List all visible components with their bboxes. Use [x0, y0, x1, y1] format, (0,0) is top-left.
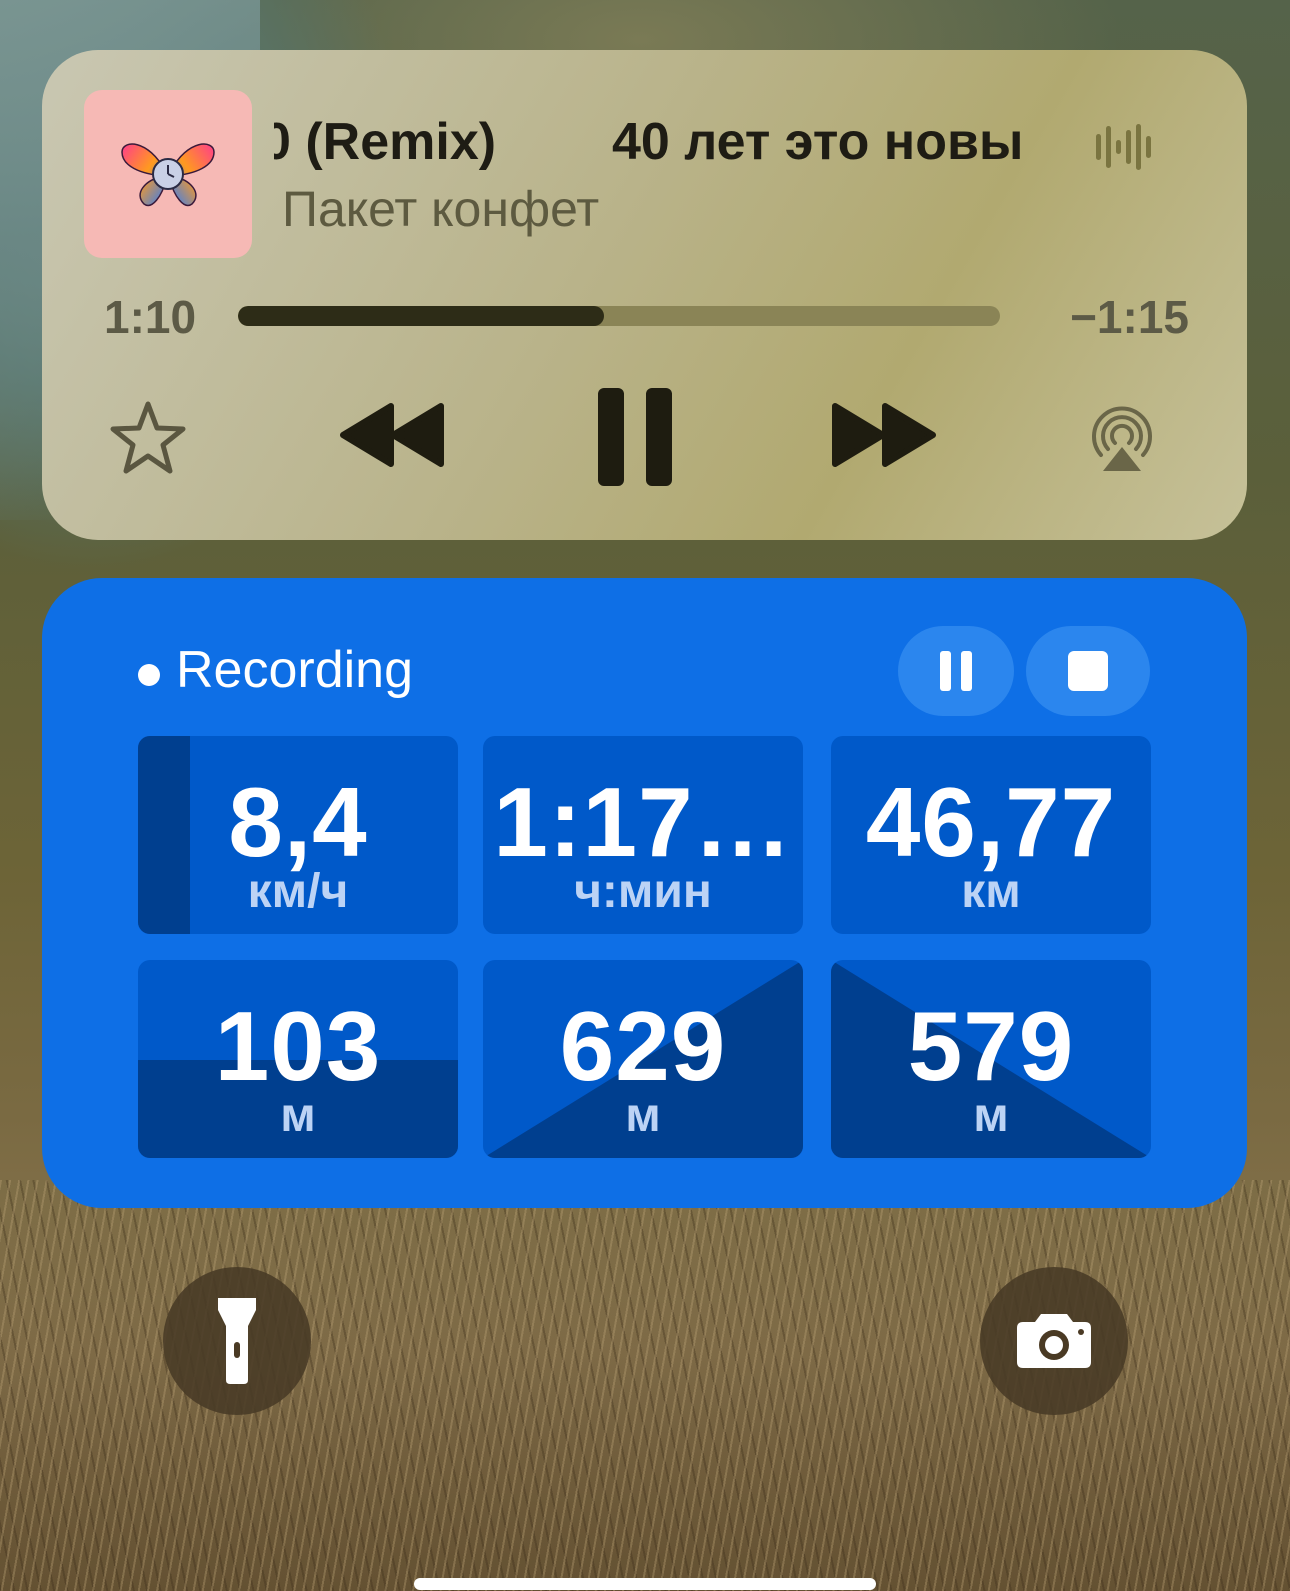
activity-tracker-widget[interactable]: Recording 8,4 км/ч 1:17… ч:мин 46,77 км …: [42, 578, 1247, 1208]
rewind-button[interactable]: [332, 395, 452, 475]
track-title: 0 (Remix) 40 лет это новы: [274, 112, 1094, 172]
playback-scrubber[interactable]: [238, 306, 1000, 326]
pause-button[interactable]: [590, 382, 680, 492]
airplay-icon: [1092, 406, 1152, 471]
playback-progress-fill: [238, 306, 604, 326]
distance-value: 46,77: [865, 767, 1117, 877]
pause-icon: [940, 651, 972, 691]
waveform-icon: [1096, 124, 1151, 170]
album-artwork[interactable]: [84, 90, 252, 258]
descent-value: 579: [907, 991, 1075, 1101]
stop-icon: [1068, 651, 1108, 691]
favorite-button[interactable]: [108, 398, 188, 478]
pause-icon: [598, 388, 672, 486]
duration-unit: ч:мин: [574, 865, 712, 918]
flashlight-icon: [218, 1298, 256, 1384]
track-title-part: 0 (Remix): [274, 113, 497, 171]
butterfly-icon: [121, 143, 215, 207]
now-playing-widget[interactable]: 0 (Remix) 40 лет это новы Пакет конфет 1…: [42, 50, 1247, 540]
home-indicator[interactable]: [414, 1578, 876, 1590]
artist-name: Пакет конфет: [282, 181, 600, 237]
descent-tile: 579 м: [831, 960, 1151, 1158]
fast-forward-button[interactable]: [824, 395, 944, 475]
track-title-part: 40 лет это новы: [612, 113, 1024, 171]
recording-status: Recording: [176, 641, 414, 699]
ascent-unit: м: [625, 1089, 661, 1142]
descent-unit: м: [973, 1089, 1009, 1142]
speed-tile: 8,4 км/ч: [138, 736, 458, 934]
altitude-value: 103: [214, 991, 382, 1101]
speed-value: 8,4: [228, 767, 368, 877]
camera-icon: [1017, 1314, 1091, 1368]
duration-tile: 1:17… ч:мин: [483, 736, 803, 934]
pause-recording-button[interactable]: [898, 626, 1014, 716]
remaining-time: −1:15: [1070, 291, 1189, 343]
ascent-tile: 629 м: [483, 960, 803, 1158]
altitude-tile: 103 м: [138, 960, 458, 1158]
flashlight-button[interactable]: [163, 1267, 311, 1415]
recording-indicator: [138, 664, 160, 686]
ascent-value: 629: [559, 991, 727, 1101]
distance-tile: 46,77 км: [831, 736, 1151, 934]
camera-button[interactable]: [980, 1267, 1128, 1415]
elapsed-time: 1:10: [104, 291, 197, 343]
stop-recording-button[interactable]: [1026, 626, 1150, 716]
rewind-icon: [340, 403, 444, 467]
speed-unit: км/ч: [247, 865, 349, 918]
distance-unit: км: [961, 865, 1021, 918]
duration-value: 1:17…: [493, 767, 793, 877]
airplay-button[interactable]: [1082, 400, 1162, 480]
altitude-unit: м: [280, 1089, 316, 1142]
fast-forward-icon: [832, 403, 936, 467]
star-icon: [110, 401, 186, 474]
